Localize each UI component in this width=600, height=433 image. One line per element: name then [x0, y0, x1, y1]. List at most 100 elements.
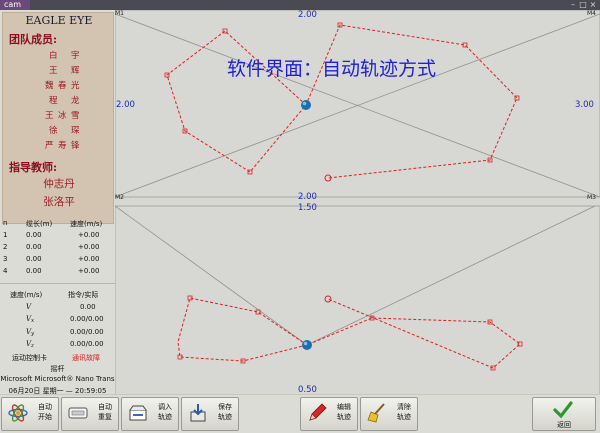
broom-icon [367, 403, 385, 423]
corner-label-m3: M3 [587, 194, 596, 201]
velocity-row: Vx 0.00/0.00 [0, 314, 115, 327]
velocity-row: Vz 0.00/0.00 [0, 339, 115, 352]
top-plot-frame [115, 10, 600, 198]
velocity-row: Vy 0.00/0.00 [0, 327, 115, 340]
motion-card-label: 运动控制卡 [12, 354, 47, 362]
velocity-value: 0.00/0.00 [70, 315, 104, 323]
col-header: 速度(m/s) [10, 291, 43, 299]
cable-length-cell: 0.00 [26, 267, 42, 275]
auto-start-label: 自动 开始 [38, 403, 52, 421]
clear-track-button[interactable]: 清除 轨迹 [360, 397, 418, 431]
joystick-label: 摇杆 [50, 365, 65, 373]
auto-start-button[interactable]: 自动 开始 [1, 397, 59, 431]
velocity-value: 0.00/0.00 [70, 327, 104, 336]
velocity-table-header: 速度(m/s) 指令/实际 [0, 289, 115, 302]
member-name-char: 光 [71, 81, 80, 91]
repeat-icon [68, 407, 88, 419]
member-name-char: 琛 [71, 126, 80, 136]
bottom-camera-highlight [303, 341, 308, 346]
member-name-char: 白 [49, 51, 58, 61]
member-name-char: 王 [49, 66, 58, 76]
cable-speed-cell: +0.00 [78, 243, 100, 251]
row-index: 1 [3, 231, 8, 239]
atom-icon [8, 404, 28, 422]
velocity-subscript: y [31, 330, 35, 337]
divider [0, 283, 115, 284]
col-header: 速度(m/s) [70, 220, 103, 228]
load-track-label: 调入 轨迹 [158, 403, 172, 421]
corner-label-m1: M1 [115, 10, 124, 17]
member-name-char: 辉 [71, 66, 80, 76]
auto-repeat-button[interactable]: 自动 重复 [61, 397, 119, 431]
col-header: 缆长(m) [26, 220, 53, 228]
row-index: 2 [3, 243, 8, 251]
save-track-label: 保存 轨迹 [218, 403, 232, 421]
minimize-icon[interactable]: – [568, 0, 578, 10]
velocity-value: 0.00/0.00 [70, 340, 104, 348]
edit-track-label: 编辑 轨迹 [337, 403, 351, 421]
close-icon[interactable]: × [588, 0, 598, 10]
check-icon [553, 401, 573, 419]
member-name-char: 程 [49, 96, 58, 106]
top-camera-highlight [302, 101, 307, 106]
teacher-name: 张洛平 [43, 196, 75, 208]
table-row: 2 0.00 +0.00 [0, 242, 115, 254]
member-name-char: 雪 [71, 111, 80, 121]
window-title: cam [0, 0, 30, 10]
velocity-row: V 0.00 [0, 302, 115, 315]
top-camera-position [301, 100, 311, 110]
velocity-subscript: x [31, 318, 35, 324]
overlay-caption: 软件界面：自动轨迹方式 [227, 58, 437, 80]
table-row: 4 0.00 +0.00 [0, 266, 115, 278]
velocity-subscript: z [31, 343, 34, 349]
bottom-camera-position [302, 340, 312, 350]
maximize-icon[interactable]: □ [578, 0, 588, 10]
team-panel: EAGLE EYE 团队成员: 白宇王辉魏春光程龙王冰雪徐琛严寿锋 指导教师: … [2, 12, 114, 224]
member-name-char: 冰 [58, 111, 67, 121]
cable-length-cell: 0.00 [26, 231, 42, 239]
bottom-toolbar: 自动 开始 自动 重复 调入 轨迹 保存 轨迹 编辑 轨迹 清除 轨迹 返回 [0, 394, 600, 433]
member-name-char: 王 [45, 111, 54, 121]
teacher-name: 仲志丹 [43, 178, 75, 190]
title-bar: cam – □ × [0, 0, 600, 10]
member-name-char: 严 [45, 141, 54, 151]
auto-repeat-label: 自动 重复 [98, 403, 112, 421]
back-button[interactable]: 返回 [532, 397, 596, 431]
top-plot-label-left: 2.00 [116, 100, 135, 110]
corner-label-m4: M4 [587, 10, 596, 17]
velocity-value: 0.00 [80, 302, 96, 311]
member-name-char: 魏 [45, 81, 54, 91]
member-name-char: 宇 [71, 51, 80, 61]
velocity-label: V [26, 302, 32, 311]
member-name-char: 春 [58, 81, 67, 91]
save-track-button[interactable]: 保存 轨迹 [181, 397, 239, 431]
table-row: 1 0.00 +0.00 [0, 230, 115, 242]
edit-track-button[interactable]: 编辑 轨迹 [300, 397, 358, 431]
top-plot-label-right: 3.00 [575, 100, 594, 110]
row-index: 3 [3, 255, 8, 263]
cable-table: n 缆长(m) 速度(m/s) 1 0.00 +0.00 2 0.00 +0.00 3 0.0… [0, 218, 115, 278]
top-plot-label-top: 2.00 [298, 10, 317, 20]
save-icon [190, 404, 206, 422]
member-name-char: 寿 [58, 141, 67, 151]
plot-area[interactable]: 2.00 2.00 3.00 2.00 1.50 0.50 M1 M4 M2 M… [115, 10, 600, 402]
team-title: EAGLE EYE [25, 14, 93, 27]
col-header: 指令/实际 [68, 291, 99, 299]
col-header: n [3, 219, 8, 227]
joystick-device: Microsoft Microsoft® Nano Trans [0, 375, 115, 383]
corner-label-m2: M2 [115, 194, 124, 201]
cable-speed-cell: +0.00 [78, 255, 100, 263]
cable-length-cell: 0.00 [26, 255, 42, 263]
bottom-plot-frame [115, 205, 600, 401]
teachers-heading: 指导教师: [9, 161, 58, 174]
table-row: 3 0.00 +0.00 [0, 254, 115, 266]
members-heading: 团队成员: [9, 33, 58, 46]
row-index: 4 [3, 267, 8, 275]
cable-speed-cell: +0.00 [78, 231, 100, 239]
member-name-char: 锋 [71, 141, 80, 151]
motion-card-status-value: 通讯故障 [72, 354, 100, 362]
member-name-char: 龙 [71, 96, 80, 106]
bottom-plot-label-top: 1.50 [298, 203, 317, 213]
member-name-char: 徐 [49, 126, 58, 136]
load-track-button[interactable]: 调入 轨迹 [121, 397, 179, 431]
